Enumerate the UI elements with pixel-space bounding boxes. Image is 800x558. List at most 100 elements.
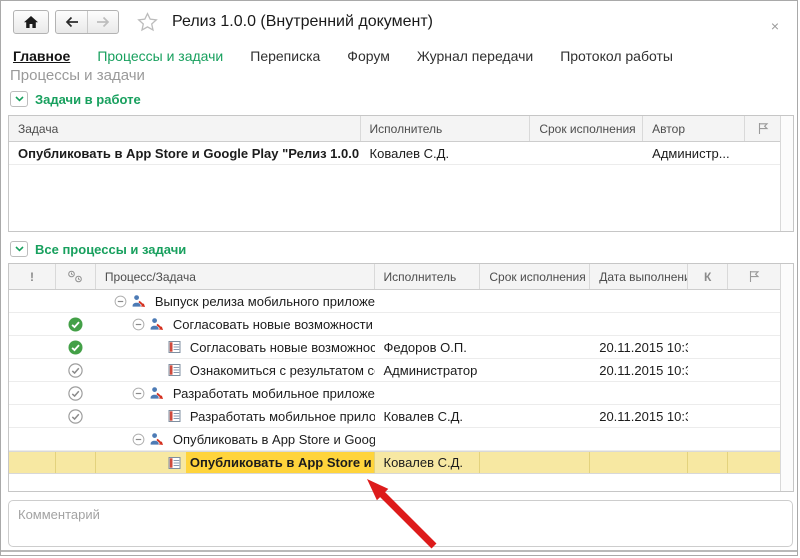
process-task-name-cell: Выпуск релиза мобильного приложения <box>96 290 375 312</box>
tree-collapse-icon[interactable] <box>132 387 145 400</box>
table-row[interactable]: Опубликовать в App Store и Google Play "… <box>9 142 780 165</box>
close-button[interactable]: × <box>767 16 783 36</box>
forward-button[interactable] <box>87 11 118 33</box>
tree-collapse-icon[interactable] <box>132 433 145 446</box>
task-icon <box>168 456 181 470</box>
column-header-due[interactable]: Срок исполнения <box>480 264 590 289</box>
processes-table-scrollbar[interactable] <box>780 264 793 491</box>
table-row[interactable]: Согласовать новые возможности "Р... <box>9 313 780 336</box>
column-header-due[interactable]: Срок исполнения <box>530 116 643 141</box>
tree-collapse-icon[interactable] <box>114 295 127 308</box>
task-icon <box>168 340 181 354</box>
due-cell <box>480 428 590 450</box>
tasks-in-progress-table: Задача Исполнитель Срок исполнения Автор… <box>8 115 794 232</box>
process-task-name-cell: Согласовать новые возможности... <box>96 336 375 358</box>
processes-table-header: ! Процесс/Задача Исполнитель Срок исполн… <box>9 264 780 290</box>
flag-cell <box>728 336 780 358</box>
tasks-in-progress-title[interactable]: Задачи в работе <box>35 92 141 107</box>
k-cell <box>688 290 728 312</box>
tasks-table-scrollbar[interactable] <box>780 116 793 231</box>
task-name: Опубликовать в App Store и G... <box>186 452 375 473</box>
author-cell: Администр... <box>643 142 745 164</box>
due-cell <box>480 290 590 312</box>
done-date-cell <box>590 382 688 404</box>
due-cell <box>480 359 590 381</box>
table-row[interactable]: Разработать мобильное приложе...Ковалев … <box>9 405 780 428</box>
executor-cell: Ковалев С.Д. <box>361 142 531 164</box>
table-row[interactable]: Согласовать новые возможности...Федоров … <box>9 336 780 359</box>
back-arrow-icon <box>64 16 80 28</box>
process-task-name-cell: Опубликовать в App Store и G... <box>96 452 375 473</box>
column-header-importance[interactable]: ! <box>9 264 56 289</box>
k-cell <box>688 313 728 335</box>
column-header-state[interactable] <box>56 264 96 289</box>
flag-cell <box>728 313 780 335</box>
table-row[interactable]: Разработать мобильное приложение... <box>9 382 780 405</box>
task-name: Согласовать новые возможности... <box>186 337 375 358</box>
state-cell <box>56 290 96 312</box>
table-row[interactable]: Опубликовать в App Store и Google ... <box>9 428 780 451</box>
done-date-cell: 20.11.2015 10:39 <box>590 336 688 358</box>
business-process-icon <box>149 317 164 332</box>
executor-cell <box>375 428 481 450</box>
flag-icon <box>748 270 760 283</box>
comment-input[interactable] <box>8 500 793 547</box>
process-task-name-cell: Опубликовать в App Store и Google ... <box>96 428 375 450</box>
k-cell <box>688 428 728 450</box>
k-cell <box>688 405 728 427</box>
importance-cell <box>9 428 56 450</box>
process-task-name-cell: Согласовать новые возможности "Р... <box>96 313 375 335</box>
collapse-tasks-button[interactable] <box>10 91 28 107</box>
state-cell <box>56 428 96 450</box>
document-window: Релиз 1.0.0 (Внутренний документ) × Глав… <box>0 0 798 556</box>
column-header-k[interactable]: К <box>688 264 728 289</box>
home-icon <box>23 15 39 29</box>
table-row[interactable]: Ознакомиться с результатом сог...Админис… <box>9 359 780 382</box>
process-task-name-cell: Разработать мобильное приложение... <box>96 382 375 404</box>
tab-processes-and-tasks[interactable]: Процессы и задачи <box>97 48 223 64</box>
selected-table-row[interactable]: Опубликовать в App Store и G...Ковалев С… <box>9 451 780 474</box>
column-header-process-task[interactable]: Процесс/Задача <box>96 264 375 289</box>
business-process-icon <box>149 386 164 401</box>
tree-collapse-icon[interactable] <box>132 318 145 331</box>
due-cell <box>480 452 590 473</box>
column-header-executor[interactable]: Исполнитель <box>361 116 531 141</box>
nav-history-group <box>55 10 119 34</box>
column-header-executor[interactable]: Исполнитель <box>375 264 481 289</box>
column-header-flag[interactable] <box>728 264 780 289</box>
tab-bar: Главное Процессы и задачи Переписка Форум Жу… <box>13 48 673 64</box>
importance-cell <box>9 382 56 404</box>
favorite-star-button[interactable] <box>137 12 158 32</box>
tab-work-protocol[interactable]: Протокол работы <box>560 48 673 64</box>
due-cell <box>480 313 590 335</box>
column-header-author[interactable]: Автор <box>643 116 745 141</box>
flag-cell <box>728 452 780 473</box>
tab-transfer-log[interactable]: Журнал передачи <box>417 48 533 64</box>
flag-cell <box>728 405 780 427</box>
all-processes-table: ! Процесс/Задача Исполнитель Срок исполн… <box>8 263 794 492</box>
home-button[interactable] <box>13 10 49 34</box>
tab-main[interactable]: Главное <box>13 48 70 64</box>
task-name: Ознакомиться с результатом сог... <box>186 360 375 381</box>
column-header-flag[interactable] <box>745 116 780 141</box>
column-header-task[interactable]: Задача <box>9 116 361 141</box>
flag-cell <box>728 359 780 381</box>
column-header-done-date[interactable]: Дата выполнения <box>590 264 688 289</box>
all-processes-header: Все процессы и задачи <box>10 241 186 257</box>
importance-cell <box>9 336 56 358</box>
back-button[interactable] <box>56 11 87 33</box>
executor-cell: Федоров О.П. <box>375 336 481 358</box>
flag-cell <box>728 428 780 450</box>
collapse-processes-button[interactable] <box>10 241 28 257</box>
table-row[interactable]: Выпуск релиза мобильного приложения <box>9 290 780 313</box>
task-name: Разработать мобильное приложе... <box>186 406 375 427</box>
business-process-icon <box>131 294 146 309</box>
state-cell <box>56 405 96 427</box>
flag-cell <box>728 382 780 404</box>
tab-forum[interactable]: Форум <box>347 48 390 64</box>
all-processes-title[interactable]: Все процессы и задачи <box>35 242 186 257</box>
tab-correspondence[interactable]: Переписка <box>250 48 320 64</box>
importance-cell <box>9 313 56 335</box>
check-completed-grey-icon <box>68 386 83 401</box>
state-cell <box>56 452 96 473</box>
